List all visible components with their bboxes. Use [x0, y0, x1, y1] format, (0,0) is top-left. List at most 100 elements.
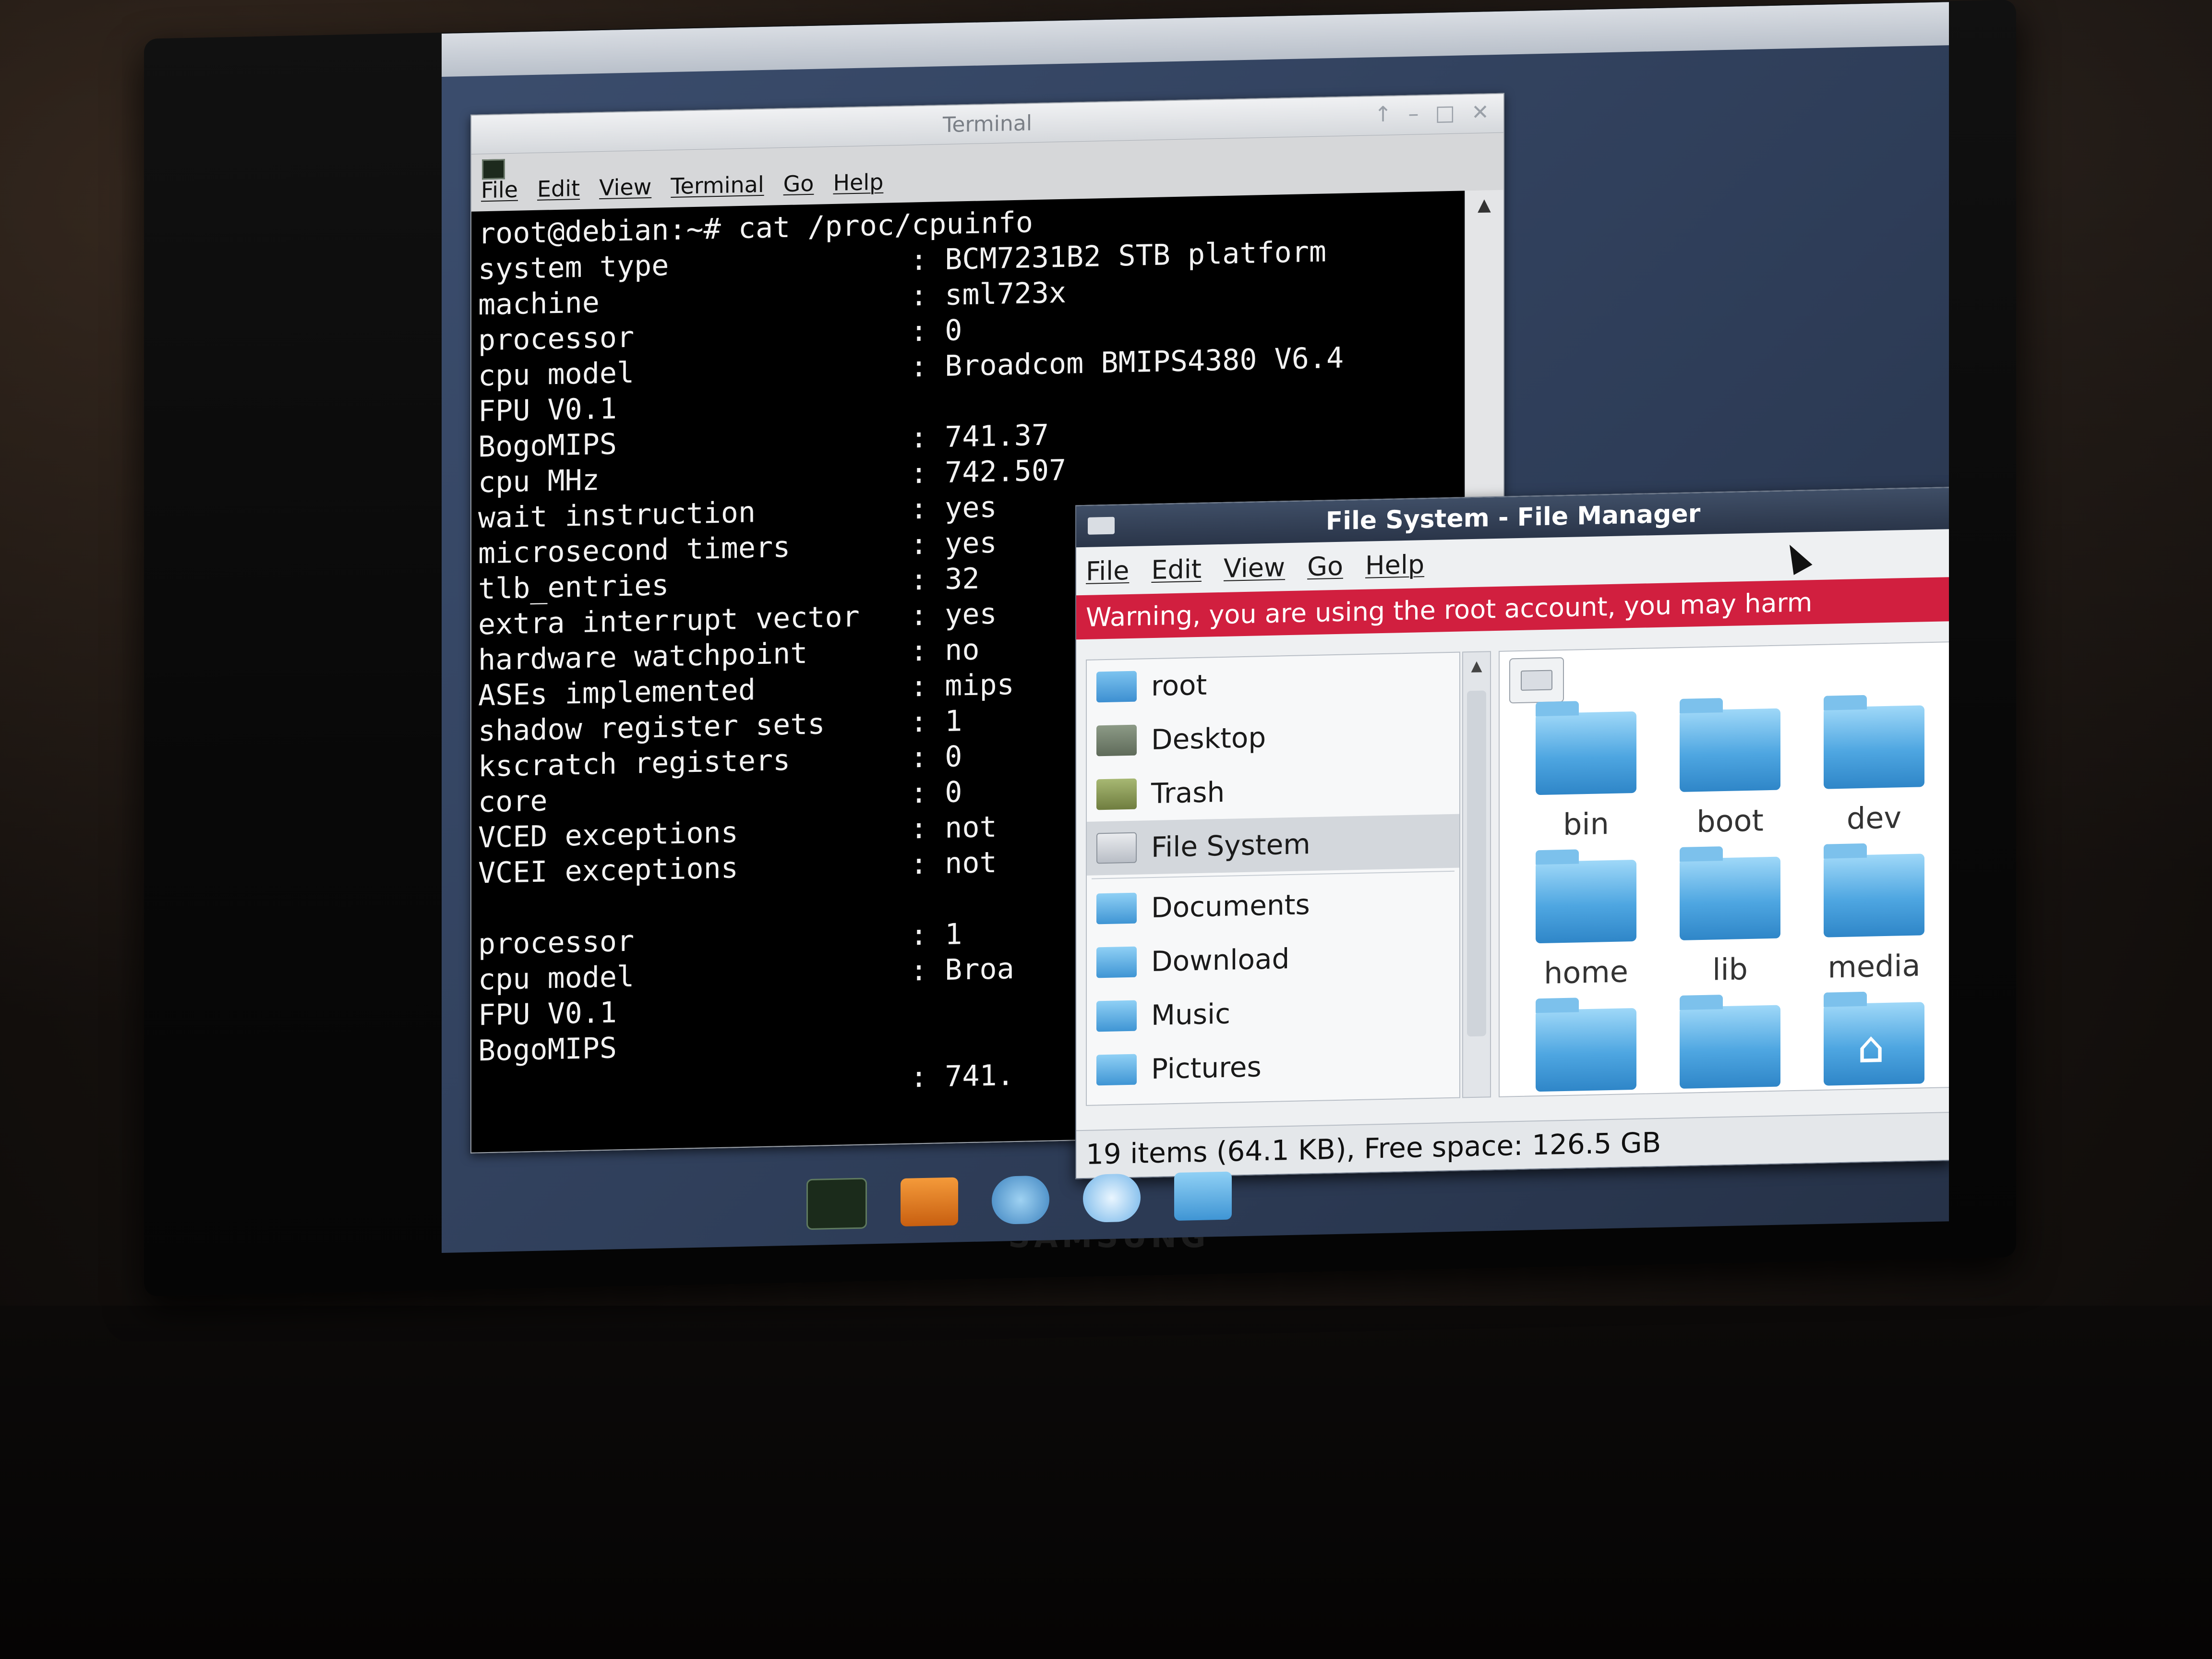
terminal-menu-edit[interactable]: Edit [537, 175, 580, 202]
app-launcher-icon[interactable] [901, 1177, 958, 1226]
sidebar-item-documents[interactable]: Documents [1087, 875, 1459, 936]
cpuinfo-value: : 0 [910, 775, 962, 810]
fm-menu-file[interactable]: File [1086, 555, 1129, 586]
folder-view[interactable]: bin boot dev home lib media ⌂ [1499, 641, 1949, 1097]
folder-launcher-icon[interactable] [1174, 1171, 1232, 1221]
terminal-titlebar[interactable]: Terminal ↑ – □ ✕ [471, 94, 1503, 155]
cpuinfo-value: : 0 [910, 313, 962, 349]
sidebar-item-label: Pictures [1151, 1050, 1262, 1086]
sidebar-item-label: Music [1151, 997, 1231, 1032]
cpuinfo-value: : 742.507 [910, 453, 1067, 491]
folder-item-dev[interactable]: dev [1802, 705, 1946, 837]
trash-icon [1096, 778, 1137, 810]
sidebar-item-label: File System [1151, 828, 1310, 864]
terminal-menu-view[interactable]: View [599, 174, 651, 201]
sidebar-item-label: Download [1151, 942, 1290, 978]
folder-item-partial[interactable] [1514, 1008, 1658, 1092]
folder-icon [1680, 1005, 1780, 1089]
sidebar-scrollbar[interactable]: ▲ [1462, 651, 1491, 1098]
scrollbar-thumb[interactable] [1467, 690, 1486, 1037]
terminal-window-controls: ↑ – □ ✕ [1374, 100, 1489, 127]
cpuinfo-value: : 1 [910, 704, 962, 739]
drive-icon [1521, 670, 1552, 691]
places-sidebar[interactable]: root Desktop Trash File System Documents… [1086, 651, 1460, 1106]
folder-icon [1536, 859, 1636, 944]
folder-icon [1096, 1054, 1137, 1086]
globe-icon[interactable] [992, 1175, 1049, 1225]
folder-item-boot[interactable]: boot [1658, 708, 1802, 840]
taskbar [787, 1160, 1431, 1236]
sidebar-item-music[interactable]: Music [1087, 982, 1459, 1044]
scroll-up-icon[interactable]: ▲ [1463, 652, 1490, 679]
folder-icon [1824, 854, 1924, 938]
folder-item-media[interactable]: media [1802, 853, 1946, 985]
file-manager-title: File System - File Manager [1325, 499, 1701, 536]
sidebar-item-desktop[interactable]: Desktop [1087, 707, 1459, 768]
terminal-menu-file[interactable]: File [481, 177, 518, 204]
search-icon[interactable] [1083, 1173, 1141, 1223]
sidebar-item-label: Documents [1151, 888, 1310, 925]
folder-icon [1096, 946, 1137, 978]
cpuinfo-value: : yes [910, 526, 997, 562]
folder-item-bin[interactable]: bin [1514, 711, 1658, 843]
sidebar-item-file-system[interactable]: File System [1087, 814, 1459, 876]
folder-icon [1536, 1008, 1636, 1092]
terminal-menu-help[interactable]: Help [833, 169, 883, 196]
folder-label: boot [1696, 803, 1764, 840]
tv-stand [0, 1306, 2212, 1659]
terminal-minimize-icon[interactable]: – [1408, 101, 1419, 126]
folder-item-partial[interactable] [1658, 1005, 1802, 1089]
cpuinfo-value: : not [910, 810, 997, 846]
sidebar-item-trash[interactable]: Trash [1087, 760, 1459, 822]
cpuinfo-value: : mips [910, 668, 1014, 704]
folder-label: dev [1846, 800, 1902, 836]
terminal-launcher-icon[interactable] [806, 1178, 867, 1230]
cpuinfo-value: : not [910, 845, 997, 881]
cpuinfo-value: : 1 [910, 917, 962, 952]
file-manager-content: root Desktop Trash File System Documents… [1076, 632, 1949, 1130]
fm-menu-view[interactable]: View [1224, 552, 1285, 584]
home-folder-icon [1824, 1002, 1924, 1086]
fm-menu-help[interactable]: Help [1365, 549, 1424, 581]
sidebar-item-pictures[interactable]: Pictures [1087, 1036, 1459, 1097]
path-bar-button[interactable] [1509, 657, 1564, 704]
terminal-close-icon[interactable]: ✕ [1471, 100, 1489, 125]
fm-menu-edit[interactable]: Edit [1151, 553, 1202, 585]
terminal-maximize-icon[interactable]: □ [1435, 101, 1455, 126]
file-manager-window[interactable]: File System - File Manager File Edit Vie… [1075, 487, 1949, 1179]
fm-menu-go[interactable]: Go [1307, 551, 1343, 582]
folder-icon [1096, 1000, 1137, 1032]
terminal-menu-terminal[interactable]: Terminal [671, 171, 764, 199]
cpuinfo-value: : no [910, 633, 980, 668]
cpuinfo-value: : 741.37 [910, 418, 1049, 455]
cpuinfo-value: : yes [910, 490, 997, 526]
folder-item-partial[interactable] [1802, 1001, 1946, 1086]
folder-item-home[interactable]: home [1514, 859, 1658, 991]
scroll-up-icon[interactable]: ▲ [1465, 190, 1503, 220]
cpuinfo-value: : 0 [910, 740, 962, 775]
sidebar-item-root[interactable]: root [1087, 653, 1459, 714]
cpuinfo-value: : sml723x [910, 276, 1067, 313]
cpuinfo-value: : Broa [910, 952, 1014, 988]
home-folder-icon [1096, 671, 1137, 703]
folder-icon [1096, 892, 1137, 925]
folder-label: home [1544, 954, 1628, 991]
drive-icon [1096, 832, 1137, 864]
drive-icon [1088, 517, 1115, 535]
sidebar-item-download[interactable]: Download [1087, 928, 1459, 990]
terminal-app-icon [482, 159, 505, 180]
desktop-screen: Terminal ↑ – □ ✕ File Edit View Terminal… [442, 2, 1949, 1253]
sidebar-item-label: root [1151, 668, 1207, 703]
folder-label: media [1827, 948, 1921, 985]
terminal-title: Terminal [943, 110, 1032, 137]
folder-item-lib[interactable]: lib [1658, 856, 1802, 988]
folder-label: bin [1563, 806, 1609, 842]
sidebar-item-label: Desktop [1151, 721, 1266, 757]
folder-icon [1680, 708, 1780, 792]
terminal-up-icon[interactable]: ↑ [1374, 102, 1392, 127]
folder-label: lib [1712, 951, 1748, 987]
cpuinfo-value: : yes [910, 597, 997, 633]
terminal-menu-go[interactable]: Go [783, 170, 814, 197]
desktop-icon [1096, 724, 1137, 757]
folder-grid: bin boot dev home lib media ⌂ [1514, 705, 1946, 1092]
